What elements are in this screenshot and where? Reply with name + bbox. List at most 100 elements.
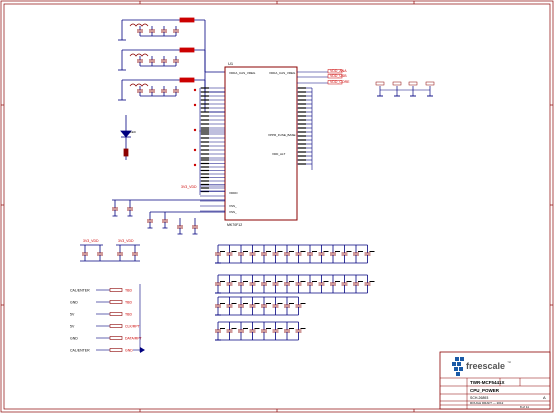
cap-label (231, 303, 237, 304)
connector-net-label: GND (125, 349, 133, 353)
cap-label (323, 281, 329, 282)
mcu-refdes: U1 (228, 61, 234, 66)
cap-label (300, 281, 306, 282)
pin-label (201, 149, 209, 151)
cap-label (243, 281, 248, 282)
mcu-part: MK70F12 (227, 223, 242, 227)
mcu-pin-top-left: VDDA_CAS_VREG (229, 71, 256, 75)
company-name: freescale (466, 361, 505, 371)
schematic-sheet: U1 MK70F12 VDDA_CAS_VREG VDDA_CAS_VREG V… (0, 0, 554, 413)
pin-label (298, 91, 306, 93)
cap-label (346, 251, 352, 252)
connector-pin-name: GND (70, 337, 78, 341)
cap-label (254, 303, 260, 304)
cap-label (277, 303, 283, 304)
pin-label (201, 162, 209, 165)
doc-number: SCH-26893 (470, 396, 488, 400)
date-line: ROUGH DRAFT — 2012 (470, 401, 504, 405)
cap-label (220, 251, 225, 252)
cap-label (266, 328, 271, 329)
cap-label (289, 303, 294, 304)
junction-dot (193, 88, 197, 92)
cap-label (312, 281, 317, 282)
pin-label (201, 183, 209, 186)
net-label-vdd-a: VDD_ANA (330, 69, 347, 73)
net-label-vdd-c: VDD_CORE (330, 80, 350, 84)
connector-net-label: TBD (125, 301, 132, 305)
cap-label (358, 251, 363, 252)
resistor (375, 81, 385, 86)
net-label-flag (179, 17, 195, 23)
pin-label (201, 159, 209, 161)
pin-label (298, 147, 306, 149)
cap-label (277, 251, 283, 252)
revision: A (543, 395, 546, 400)
cap-label (243, 328, 248, 329)
title-block: freescale ™ TWR-MCF5441X CPU_POWER SCH-2… (439, 351, 551, 410)
pin-label (201, 187, 209, 189)
pin-label (201, 111, 209, 113)
junction-dot (193, 148, 197, 152)
pin-label (201, 137, 209, 139)
mcu-pin-misc: VPPR_FUSE_BASE (268, 133, 296, 137)
pin-label (298, 155, 306, 157)
connector-list: CAL/ENTER TBDGND TBD5V TBD5V CLK/RPTGND DATA/… (70, 284, 145, 353)
pin-label (298, 123, 306, 125)
connector-pin (109, 336, 123, 340)
cap-label (300, 328, 306, 329)
pin-label (298, 127, 306, 129)
resistor (425, 81, 435, 86)
pin-label (298, 151, 306, 153)
mcu-symbol: U1 MK70F12 VDDA_CAS_VREG VDDA_CAS_VREG V… (224, 61, 298, 227)
cap-label (254, 281, 260, 282)
cap-label (323, 251, 329, 252)
mcu-pin-bottom-c: VSS_ (229, 210, 237, 214)
pin-label (201, 180, 209, 182)
pin-label (201, 115, 209, 117)
pin-label (201, 107, 209, 109)
connector-pin (109, 348, 123, 352)
pin-label (201, 127, 209, 129)
resistor (392, 81, 402, 86)
inductor (129, 83, 149, 87)
sheet-number: 8 of 11 (520, 405, 529, 409)
junction-dot (193, 163, 197, 167)
cap-label (289, 251, 294, 252)
pin-label (298, 115, 306, 117)
cap-label (346, 281, 352, 282)
mcu-pin-top-right: VDDA_CAS_VREG (269, 71, 296, 75)
pin-label (201, 173, 209, 175)
power-filter-group (118, 17, 225, 113)
cap-label (335, 251, 340, 252)
cap-label (220, 281, 225, 282)
pin-label (298, 163, 306, 165)
cap-label (243, 251, 248, 252)
connector-pin-name: GND (70, 301, 78, 305)
pin-label (201, 166, 209, 168)
mcu-pin-rows (193, 69, 343, 212)
decoupling-cap-banks (215, 244, 375, 341)
pin-label (201, 123, 209, 125)
cap-label (220, 328, 225, 329)
cap-label (231, 328, 237, 329)
left-net-a: 3V3_VDD (181, 185, 197, 189)
connector-pin (109, 300, 123, 304)
pin-label (298, 119, 306, 121)
cap-label (243, 303, 248, 304)
arrow-icon (140, 347, 145, 353)
cap-label (231, 281, 237, 282)
decoupling-caps-left (80, 199, 225, 262)
led-indicator: LED (120, 115, 137, 160)
connector-net-label: TBD (125, 289, 132, 293)
net-label-vdd-b: VDD_USB (330, 74, 347, 78)
pin-label (201, 176, 209, 179)
ground-symbols (375, 81, 435, 97)
pin-label (298, 159, 306, 161)
left-net-c: 3V3_VDD (118, 239, 134, 243)
pin-label (298, 99, 306, 101)
cap-label (220, 303, 225, 304)
pin-label (201, 141, 209, 143)
pin-label (201, 99, 209, 101)
cap-label (289, 328, 294, 329)
pin-label (298, 111, 306, 113)
